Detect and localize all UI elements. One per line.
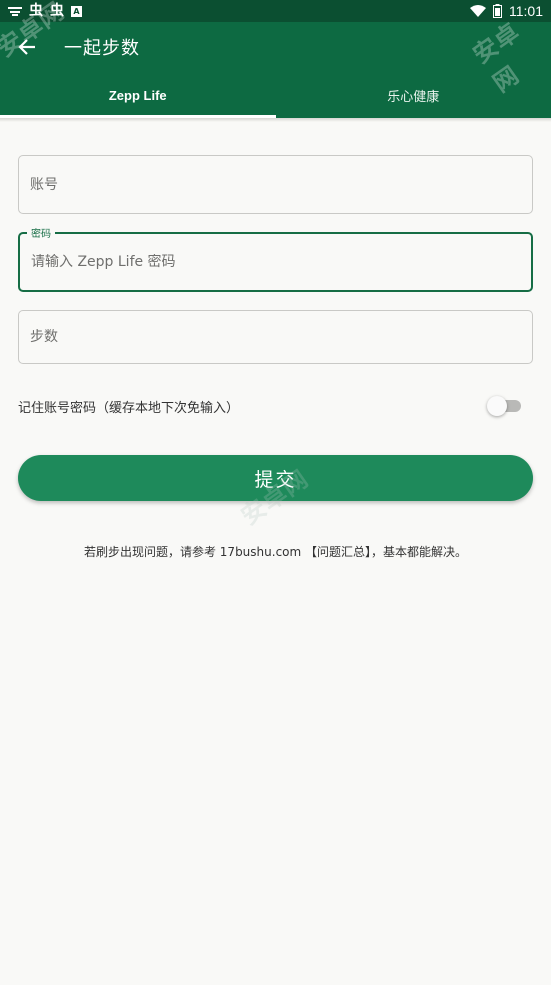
a-badge-icon: A <box>71 5 82 17</box>
status-bar: 虫 虫 A 11:01 <box>0 0 551 22</box>
tabs-shadow <box>0 118 551 122</box>
steps-field[interactable] <box>18 310 533 364</box>
password-input[interactable] <box>31 254 531 270</box>
help-hint: 若刷步出现问题，请参考 17bushu.com 【问题汇总】，基本都能解决。 <box>83 545 468 559</box>
remember-toggle[interactable] <box>487 395 521 417</box>
page-title: 一起步数 <box>64 38 140 59</box>
toggle-thumb <box>487 396 507 416</box>
wifi-icon <box>470 5 486 17</box>
password-field[interactable]: 密码 <box>18 225 533 292</box>
steps-input[interactable] <box>30 329 532 345</box>
password-label: 密码 <box>27 225 55 240</box>
account-input[interactable] <box>30 176 532 193</box>
tab-zepp-life[interactable]: Zepp Life <box>0 72 276 118</box>
tab-label: Zepp Life <box>108 87 167 103</box>
remember-row: 记住账号密码（缓存本地下次免输入） <box>18 395 533 417</box>
tab-label: 乐心健康 <box>387 89 440 105</box>
account-field[interactable] <box>18 155 533 214</box>
tab-bar: Zepp Life 乐心健康 <box>0 72 551 118</box>
remember-label: 记住账号密码（缓存本地下次免输入） <box>18 400 240 416</box>
